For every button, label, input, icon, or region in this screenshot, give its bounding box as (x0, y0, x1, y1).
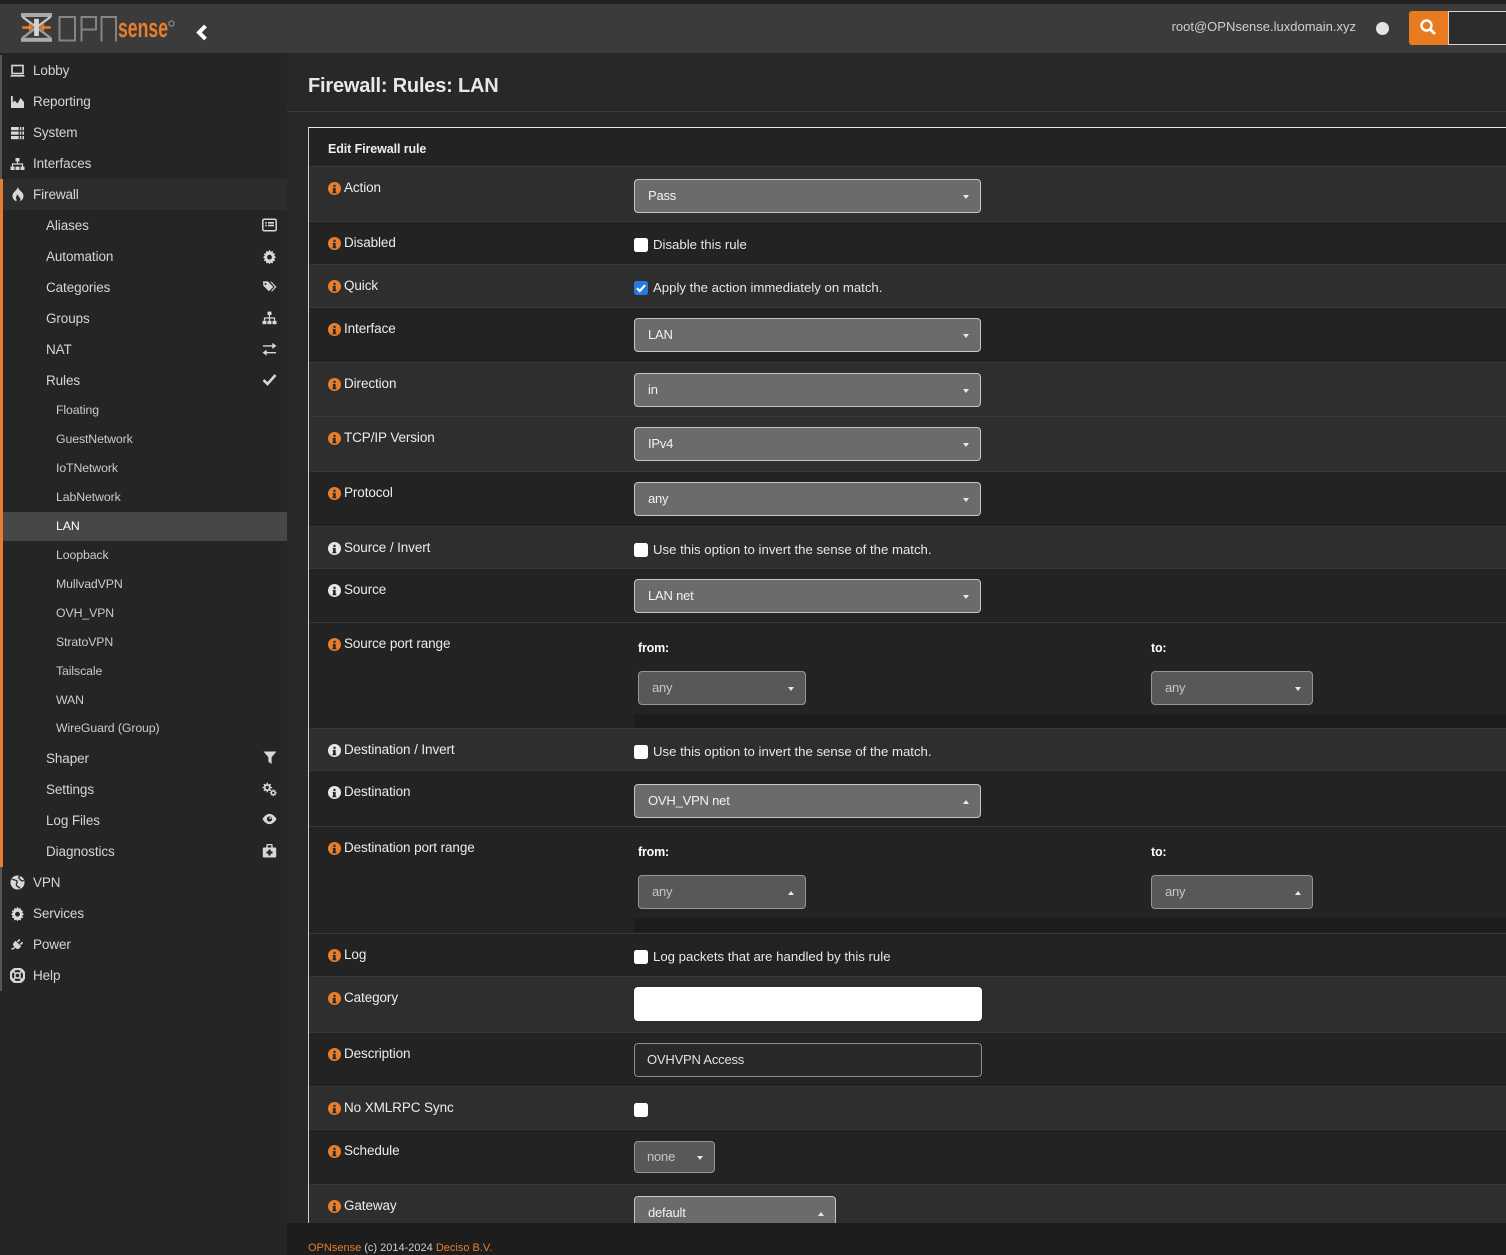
svg-text:sense: sense (118, 13, 168, 43)
